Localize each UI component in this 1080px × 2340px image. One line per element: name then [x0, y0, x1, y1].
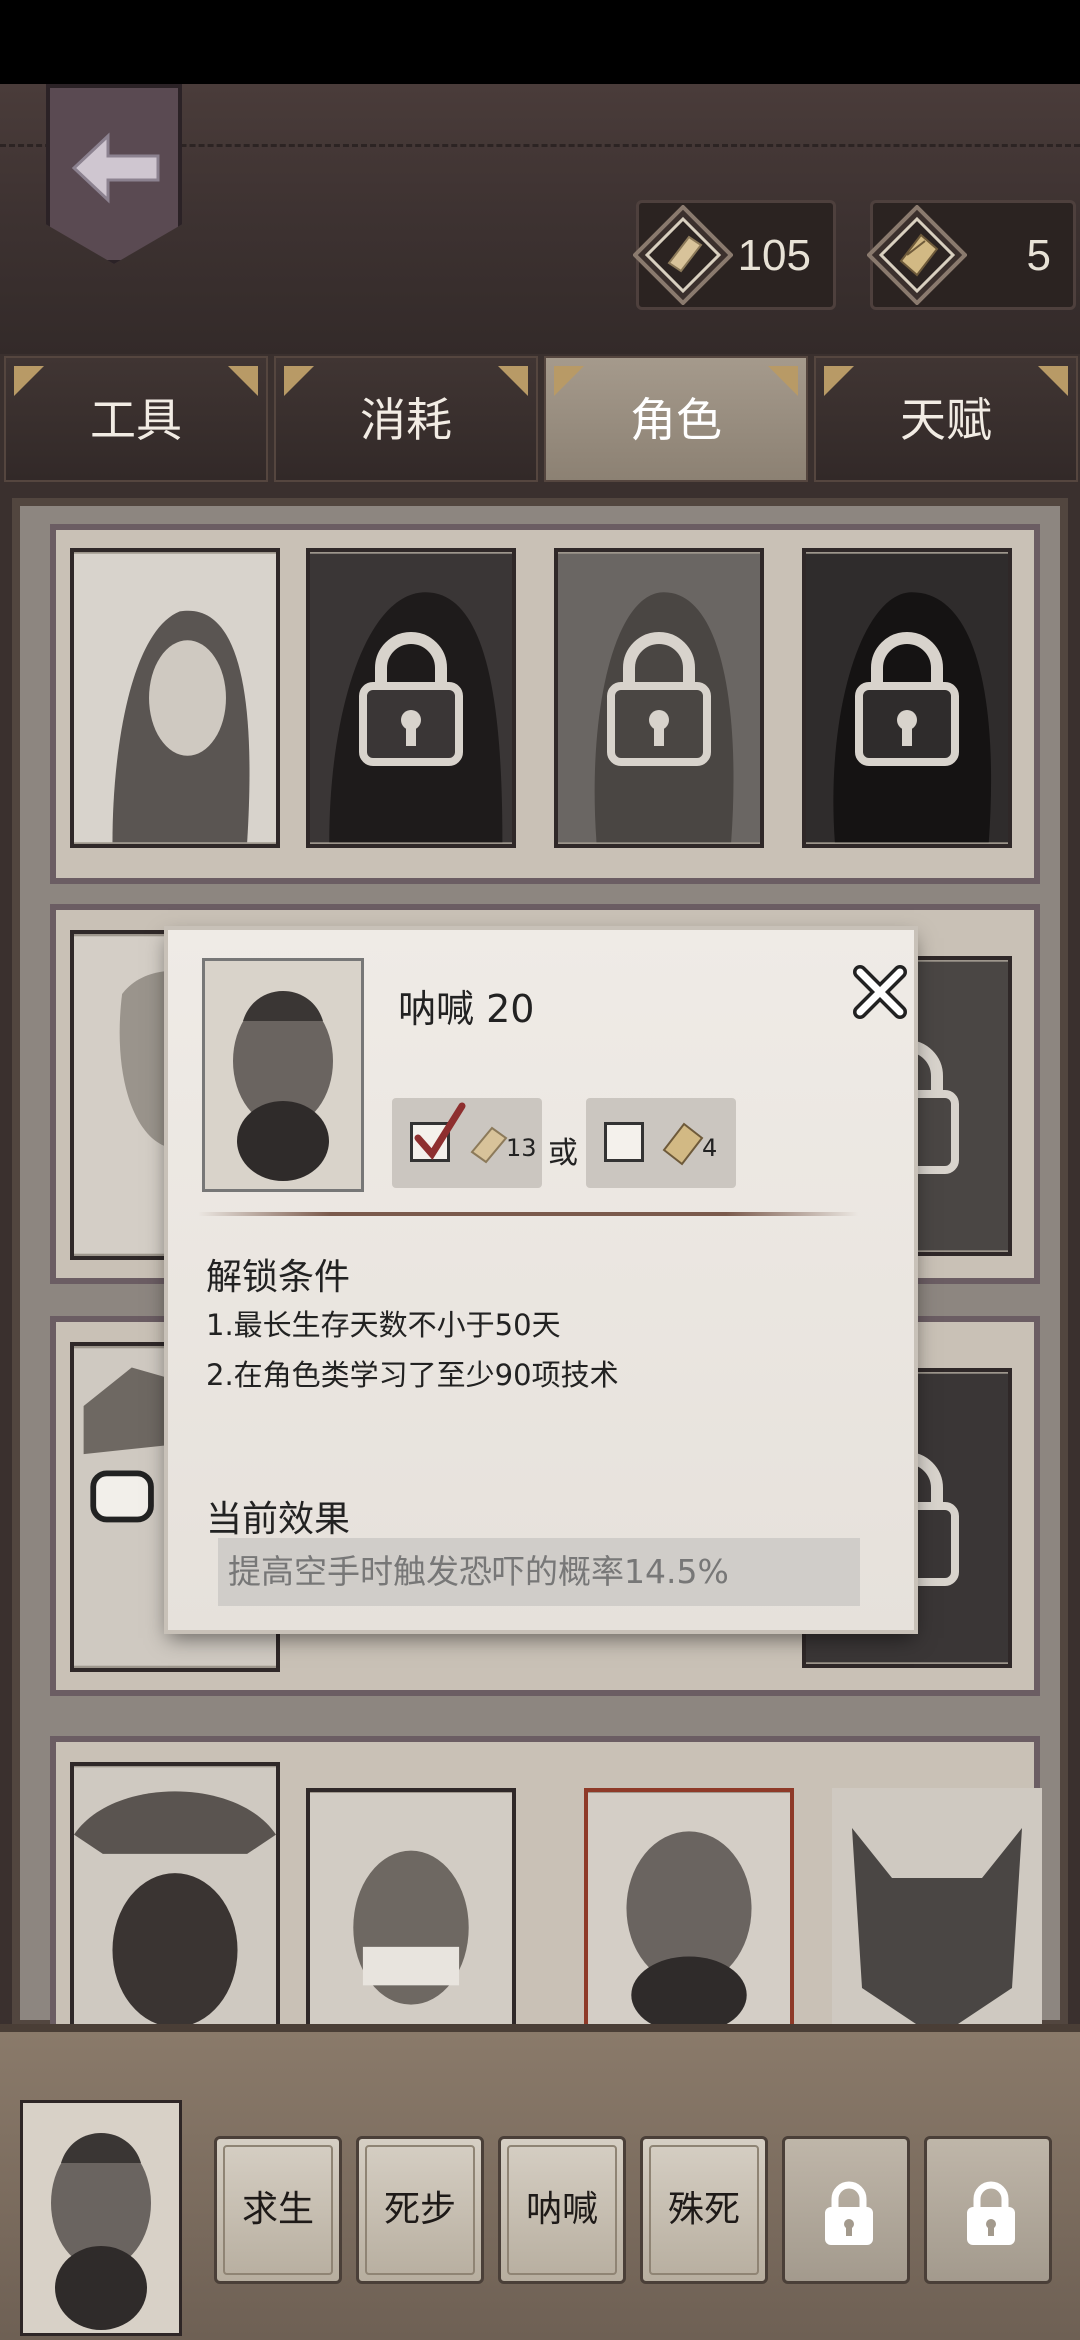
- skill-slot-deathstep[interactable]: 死步: [356, 2136, 484, 2284]
- currency-rare: 5: [867, 200, 1076, 310]
- option-rare-count: 4: [702, 1134, 718, 1162]
- lock-icon: [825, 2181, 873, 2245]
- category-tabs: 工具 消耗 角色 天赋: [0, 356, 1080, 482]
- unlock-conditions-title: 解锁条件: [206, 1257, 351, 1298]
- skill-slot-locked[interactable]: [924, 2136, 1052, 2284]
- status-bar: [0, 0, 1080, 84]
- or-label: 或: [548, 1136, 578, 1171]
- tab-corner-ornament: [284, 366, 314, 396]
- character-card-locked[interactable]: [306, 548, 516, 848]
- tab-corner-ornament: [228, 366, 258, 396]
- currency-common-value: 105: [737, 231, 811, 280]
- lock-icon: [359, 632, 463, 766]
- tab-characters[interactable]: 角色: [544, 356, 808, 482]
- character-row: [50, 1736, 1042, 2048]
- skill-frame: [649, 2145, 759, 2275]
- tab-consumables[interactable]: 消耗: [274, 356, 538, 482]
- character-card-pirate[interactable]: [70, 1762, 280, 2042]
- option-checkbox[interactable]: [604, 1122, 644, 1162]
- tab-corner-ornament: [554, 366, 584, 396]
- skill-slot-shout[interactable]: 呐喊: [498, 2136, 626, 2284]
- rare-scroll-icon: [662, 1122, 704, 1166]
- skill-frame: [365, 2145, 475, 2275]
- tab-corner-ornament: [498, 366, 528, 396]
- condition-item: 2.在角色类学习了至少90项技术: [206, 1358, 619, 1392]
- current-effect-text: 提高空手时触发恐吓的概率14.5%: [218, 1538, 860, 1606]
- brute-portrait-art: [205, 961, 361, 1189]
- skill-slot-desperate[interactable]: 殊死: [640, 2136, 768, 2284]
- currency-rare-value: 5: [1026, 231, 1051, 280]
- tab-tools[interactable]: 工具: [4, 356, 268, 482]
- scroll-icon: [633, 205, 733, 305]
- skill-bar: 求生 死步 呐喊 殊死: [0, 2024, 1080, 2340]
- brute-portrait-art: [23, 2103, 179, 2333]
- lock-icon: [967, 2181, 1015, 2245]
- lock-icon: [855, 632, 959, 766]
- back-button[interactable]: [46, 84, 182, 264]
- tab-corner-ornament: [824, 366, 854, 396]
- character-card-wolf[interactable]: [832, 1788, 1042, 2048]
- character-row: [50, 524, 1040, 884]
- currency-common: 105: [633, 200, 836, 310]
- tab-label: 消耗: [360, 393, 452, 447]
- tab-label: 工具: [90, 393, 182, 447]
- divider: [198, 1212, 858, 1216]
- skill-slot-survive[interactable]: 求生: [214, 2136, 342, 2284]
- tab-corner-ornament: [14, 366, 44, 396]
- unlock-option-common[interactable]: 13: [392, 1098, 542, 1188]
- character-card-brute-selected[interactable]: [584, 1788, 794, 2048]
- scroll-icon: [470, 1126, 508, 1164]
- skill-frame: [507, 2145, 617, 2275]
- skill-slot-locked[interactable]: [782, 2136, 910, 2284]
- header: 105 5: [0, 84, 1080, 354]
- character-card-masked[interactable]: [306, 1788, 516, 2048]
- character-card-locked[interactable]: [802, 548, 1012, 848]
- tab-label: 角色: [630, 393, 722, 447]
- back-arrow-icon: [71, 132, 160, 204]
- character-card-woman[interactable]: [70, 548, 280, 848]
- skill-portrait: [202, 958, 364, 1192]
- wolf-portrait-art: [832, 1788, 1042, 2048]
- skill-frame: [223, 2145, 333, 2275]
- tab-corner-ornament: [768, 366, 798, 396]
- masked-portrait-art: [310, 1792, 512, 2044]
- tab-corner-ornament: [1038, 366, 1068, 396]
- tab-talents[interactable]: 天赋: [814, 356, 1078, 482]
- skill-title: 呐喊 20: [398, 987, 535, 1031]
- tab-label: 天赋: [900, 393, 992, 447]
- rare-scroll-icon: [867, 205, 967, 305]
- condition-item: 1.最长生存天数不小于50天: [206, 1308, 561, 1342]
- skill-detail-popup: 呐喊 20 13 或 4 解锁条件 1.最长生存天数不小于50天 2.在角色类学…: [168, 930, 914, 1630]
- close-icon[interactable]: [850, 962, 910, 1022]
- checkmark-icon: [414, 1102, 466, 1160]
- woman-portrait-art: [74, 553, 276, 843]
- option-common-count: 13: [506, 1134, 537, 1162]
- lock-icon: [607, 632, 711, 766]
- selected-character-portrait[interactable]: [20, 2100, 182, 2336]
- character-card-locked[interactable]: [554, 548, 764, 848]
- unlock-option-rare[interactable]: 4: [586, 1098, 736, 1188]
- brute-portrait-art: [588, 1792, 790, 2044]
- current-effect-title: 当前效果: [206, 1499, 351, 1540]
- pirate-portrait-art: [74, 1767, 276, 2037]
